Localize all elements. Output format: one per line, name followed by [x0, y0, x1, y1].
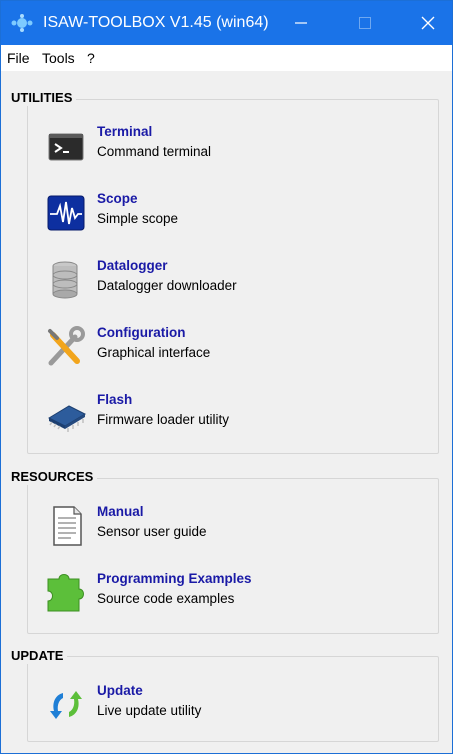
update-label[interactable]: Update: [97, 683, 143, 699]
manual-label[interactable]: Manual: [97, 504, 144, 520]
flash-item[interactable]: Flash Firmware loader utility: [45, 392, 425, 442]
utilities-group-title: UTILITIES: [11, 90, 77, 106]
terminal-icon: [45, 124, 89, 168]
resources-group-title: RESOURCES: [11, 469, 98, 485]
flash-label[interactable]: Flash: [97, 392, 132, 408]
refresh-icon: [45, 683, 89, 727]
datalogger-label[interactable]: Datalogger: [97, 258, 168, 274]
scope-label[interactable]: Scope: [97, 191, 138, 207]
close-button[interactable]: [404, 1, 452, 45]
flash-desc: Firmware loader utility: [97, 412, 230, 427]
minimize-button[interactable]: [277, 1, 325, 45]
chip-icon: [45, 392, 89, 436]
manual-desc: Sensor user guide: [97, 524, 207, 539]
menu-file[interactable]: File: [7, 50, 30, 66]
maximize-button[interactable]: [341, 1, 389, 45]
update-item[interactable]: Update Live update utility: [45, 683, 425, 733]
database-icon: [45, 258, 89, 302]
update-group-title: UPDATE: [11, 648, 68, 664]
terminal-desc: Command terminal: [97, 144, 212, 159]
datalogger-desc: Datalogger downloader: [97, 278, 237, 293]
app-window: ISAW-TOOLBOX V1.45 (win64) File Tools ? …: [0, 0, 453, 754]
configuration-desc: Graphical interface: [97, 345, 211, 360]
programming-examples-item[interactable]: Programming Examples Source code example…: [45, 571, 425, 621]
app-logo-icon: [11, 13, 33, 33]
menu-tools[interactable]: Tools: [42, 50, 75, 66]
update-desc: Live update utility: [97, 703, 202, 718]
tools-icon: [45, 325, 89, 369]
scope-desc: Simple scope: [97, 211, 179, 226]
menu-bar: File Tools ?: [1, 45, 452, 71]
datalogger-item[interactable]: Datalogger Datalogger downloader: [45, 258, 425, 308]
terminal-item[interactable]: Terminal Command terminal: [45, 124, 425, 174]
programming-examples-desc: Source code examples: [97, 591, 235, 606]
window-title: ISAW-TOOLBOX V1.45 (win64): [43, 14, 269, 31]
manual-item[interactable]: Manual Sensor user guide: [45, 504, 425, 554]
title-bar[interactable]: ISAW-TOOLBOX V1.45 (win64): [1, 1, 452, 45]
programming-examples-label[interactable]: Programming Examples: [97, 571, 252, 587]
scope-item[interactable]: Scope Simple scope: [45, 191, 425, 241]
configuration-label[interactable]: Configuration: [97, 325, 185, 341]
scope-icon: [45, 191, 89, 235]
document-icon: [45, 504, 89, 548]
puzzle-icon: [45, 571, 89, 615]
configuration-item[interactable]: Configuration Graphical interface: [45, 325, 425, 375]
menu-help[interactable]: ?: [87, 50, 95, 66]
terminal-label[interactable]: Terminal: [97, 124, 152, 140]
